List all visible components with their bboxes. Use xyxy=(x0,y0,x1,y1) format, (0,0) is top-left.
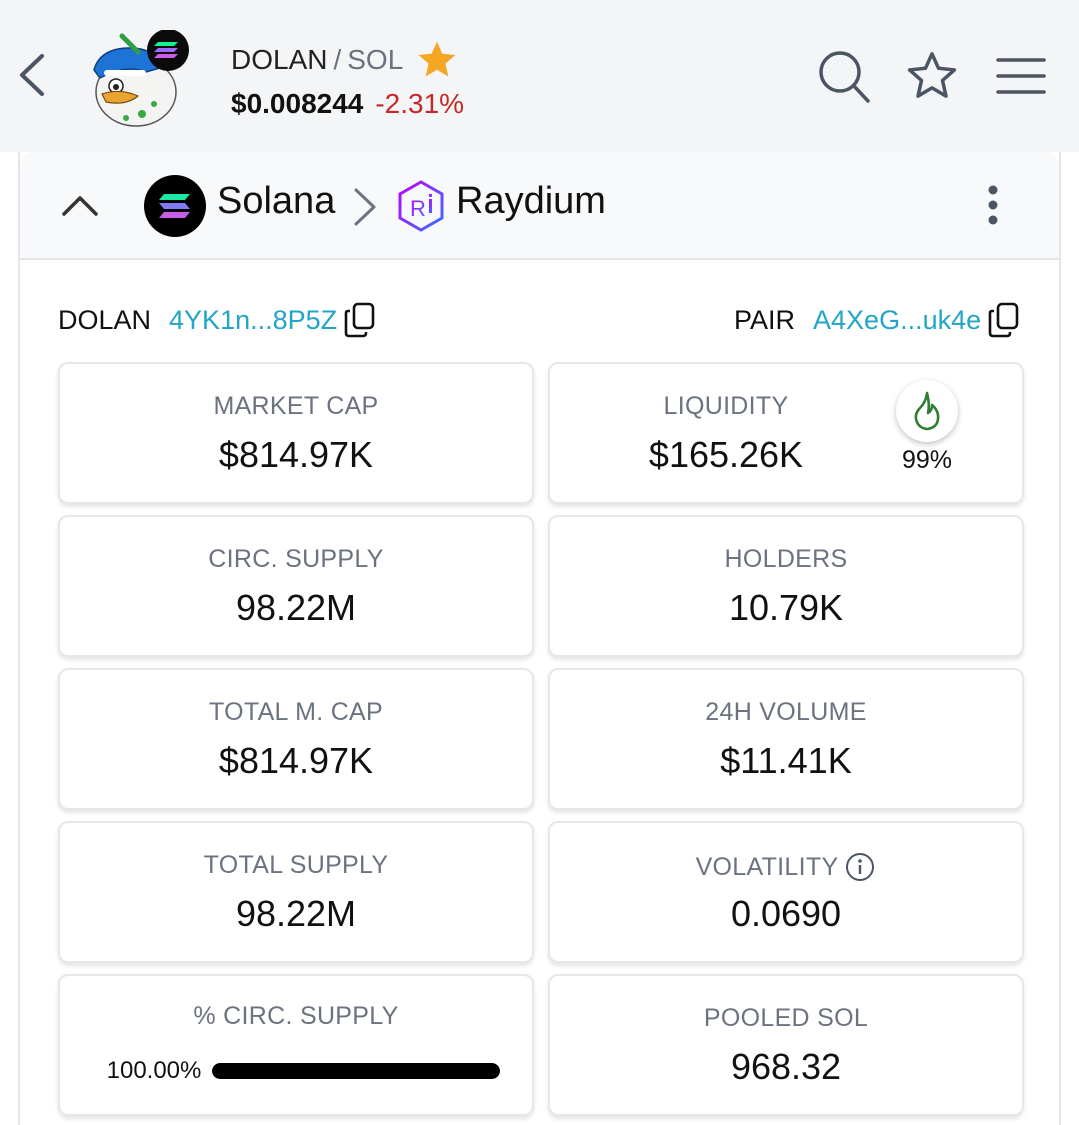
pair-info-card: Solana R Raydium DOLAN 4YK1n...8P5Z PAIR… xyxy=(18,152,1061,1125)
total-supply-box: TOTAL SUPPLY 98.22M xyxy=(58,821,534,963)
pair-separator: / xyxy=(333,44,342,75)
copy-pair-address-icon[interactable] xyxy=(987,301,1021,339)
total-supply-value: 98.22M xyxy=(235,893,357,934)
volume-24h-value: $11.41K xyxy=(720,740,852,781)
volume-24h-box: 24H VOLUME $11.41K xyxy=(548,668,1024,810)
market-cap-label: MARKET CAP xyxy=(213,392,379,420)
pooled-sol-value: 968.32 xyxy=(730,1046,842,1087)
watchlist-star-icon[interactable] xyxy=(904,46,960,106)
total-mcap-label: TOTAL M. CAP xyxy=(209,698,383,726)
chevron-right-icon xyxy=(350,186,380,228)
token-address-link[interactable]: 4YK1n...8P5Z xyxy=(169,305,337,336)
price-line: $0.008244 -2.31% xyxy=(231,86,464,122)
liquidity-value: $165.26K xyxy=(648,434,804,475)
favorite-star-icon[interactable] xyxy=(415,38,459,82)
pair-address-label: PAIR xyxy=(734,304,796,335)
price-change: -2.31% xyxy=(375,88,465,119)
volatility-box: VOLATILITY 0.0690 xyxy=(548,821,1024,963)
liquidity-box: LIQUIDITY $165.26K 99% xyxy=(548,362,1024,504)
token-address-row: DOLAN 4YK1n...8P5Z xyxy=(58,300,377,340)
market-cap-value: $814.97K xyxy=(218,434,374,475)
circ-supply-progress: 100.00% xyxy=(96,1054,506,1088)
token-price: $0.008244 xyxy=(231,88,364,119)
volume-24h-label: 24H VOLUME xyxy=(705,698,867,726)
pct-circ-supply-label: % CIRC. SUPPLY xyxy=(193,1002,399,1030)
token-avatar-icon xyxy=(86,29,192,130)
solana-logo-icon xyxy=(144,175,206,237)
total-mcap-value: $814.97K xyxy=(218,740,374,781)
volatility-label: VOLATILITY xyxy=(695,852,839,881)
quote-symbol: SOL xyxy=(347,44,404,75)
chain-bar: Solana R Raydium xyxy=(20,152,1059,260)
volatility-value: 0.0690 xyxy=(730,893,842,934)
progress-track xyxy=(212,1063,500,1079)
more-vertical-icon[interactable] xyxy=(978,182,1008,228)
pct-circ-supply-box: % CIRC. SUPPLY 100.00% xyxy=(58,974,534,1116)
menu-icon[interactable] xyxy=(994,46,1050,106)
total-mcap-box: TOTAL M. CAP $814.97K xyxy=(58,668,534,810)
raydium-logo-icon: R xyxy=(396,179,446,233)
back-chevron-icon[interactable] xyxy=(16,52,48,98)
pair-title: DOLAN / SOL xyxy=(231,41,459,78)
info-icon[interactable] xyxy=(844,851,876,883)
liquidity-label: LIQUIDITY xyxy=(663,392,789,420)
circ-supply-box: CIRC. SUPPLY 98.22M xyxy=(58,515,534,657)
circ-supply-value: 98.22M xyxy=(235,587,357,628)
holders-box: HOLDERS 10.79K xyxy=(548,515,1024,657)
dex-name[interactable]: Raydium xyxy=(456,180,606,223)
flame-icon[interactable] xyxy=(896,380,958,442)
pair-address-row: PAIR A4XeG...uk4e xyxy=(734,300,1021,340)
collapse-chevron-icon[interactable] xyxy=(60,186,100,226)
token-address-label: DOLAN xyxy=(58,304,152,335)
market-cap-box: MARKET CAP $814.97K xyxy=(58,362,534,504)
pct-circ-supply-value: 100.00% xyxy=(106,1057,202,1084)
circ-supply-label: CIRC. SUPPLY xyxy=(208,545,384,573)
total-supply-label: TOTAL SUPPLY xyxy=(203,851,389,879)
liquidity-burn-percent: 99% xyxy=(901,446,953,474)
pooled-sol-label: POOLED SOL xyxy=(703,1004,869,1032)
progress-fill xyxy=(212,1063,500,1079)
top-bar: DOLAN / SOL $0.008244 -2.31% xyxy=(0,0,1079,152)
holders-label: HOLDERS xyxy=(724,545,848,573)
pair-address-link[interactable]: A4XeG...uk4e xyxy=(813,305,981,336)
volatility-label-row: VOLATILITY xyxy=(550,851,1022,883)
svg-text:R: R xyxy=(410,196,426,221)
copy-token-address-icon[interactable] xyxy=(343,301,377,339)
token-symbol: DOLAN xyxy=(231,44,328,75)
search-icon[interactable] xyxy=(816,46,872,106)
chain-name[interactable]: Solana xyxy=(217,180,335,223)
holders-value: 10.79K xyxy=(728,587,844,628)
pooled-sol-box: POOLED SOL 968.32 xyxy=(548,974,1024,1116)
